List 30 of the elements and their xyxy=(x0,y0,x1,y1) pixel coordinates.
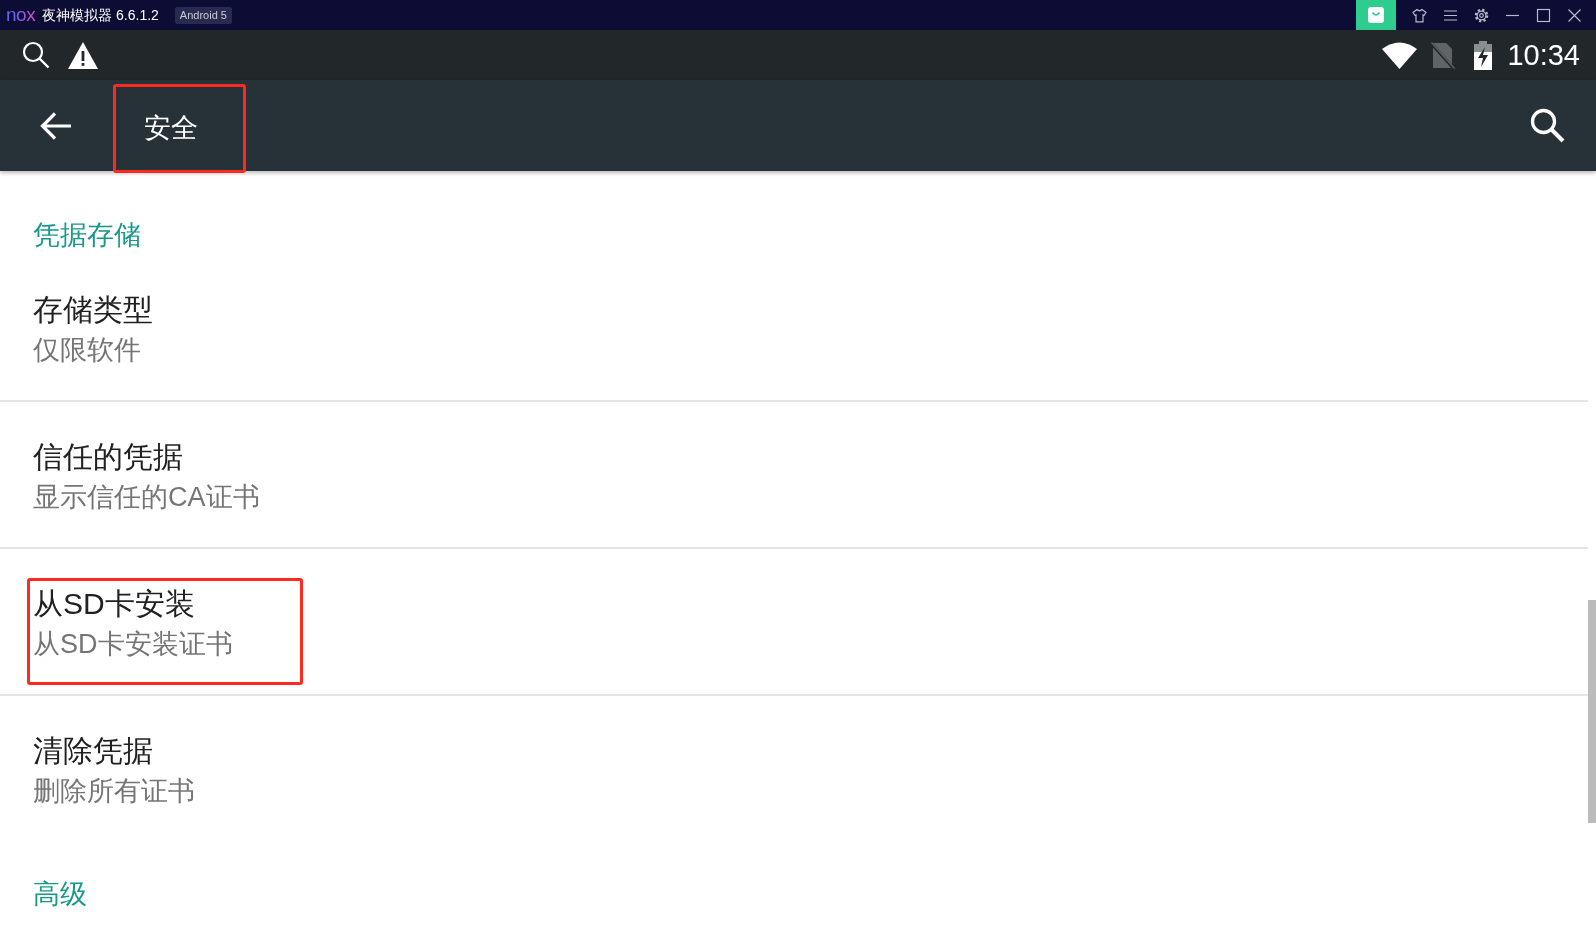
settings-item[interactable]: 存储类型 仅限软件 xyxy=(0,255,1588,402)
shirt-icon[interactable] xyxy=(1412,7,1427,23)
section-header: 凭据存储 xyxy=(33,219,141,252)
bag-icon xyxy=(1368,7,1384,23)
setting-summary: 仅限软件 xyxy=(33,334,142,367)
close-icon[interactable] xyxy=(1567,7,1582,23)
warning-icon xyxy=(68,41,98,69)
section-header: 高级 xyxy=(33,878,87,911)
wifi-icon xyxy=(1382,41,1418,69)
sim-off-icon xyxy=(1430,41,1456,69)
menu-icon[interactable] xyxy=(1443,7,1458,23)
setting-summary: 从SD卡安装证书 xyxy=(33,628,234,661)
window-title: 夜神模拟器 6.6.1.2 xyxy=(42,6,159,24)
screen-title: 安全 xyxy=(144,112,198,145)
version-badge: Android 5 xyxy=(174,6,232,24)
settings-icon[interactable] xyxy=(1474,7,1489,23)
setting-summary: 删除所有证书 xyxy=(33,775,196,808)
battery-charging-icon xyxy=(1473,40,1494,70)
search-icon[interactable] xyxy=(22,41,50,69)
clock-time: 10:34 xyxy=(1507,38,1580,72)
settings-item[interactable]: 从SD卡安装 从SD卡安装证书 xyxy=(0,549,1588,696)
settings-item[interactable]: 信任的凭据 显示信任的CA证书 xyxy=(0,402,1588,549)
setting-summary: 显示信任的CA证书 xyxy=(33,481,261,514)
search-icon[interactable] xyxy=(1530,108,1565,143)
maximize-icon[interactable] xyxy=(1536,7,1551,23)
setting-title: 信任的凭据 xyxy=(33,439,184,475)
setting-title: 清除凭据 xyxy=(33,733,154,769)
setting-title: 从SD卡安装 xyxy=(33,586,196,622)
setting-title: 存储类型 xyxy=(33,292,154,328)
settings-item[interactable]: 清除凭据 删除所有证书 xyxy=(0,696,1588,843)
